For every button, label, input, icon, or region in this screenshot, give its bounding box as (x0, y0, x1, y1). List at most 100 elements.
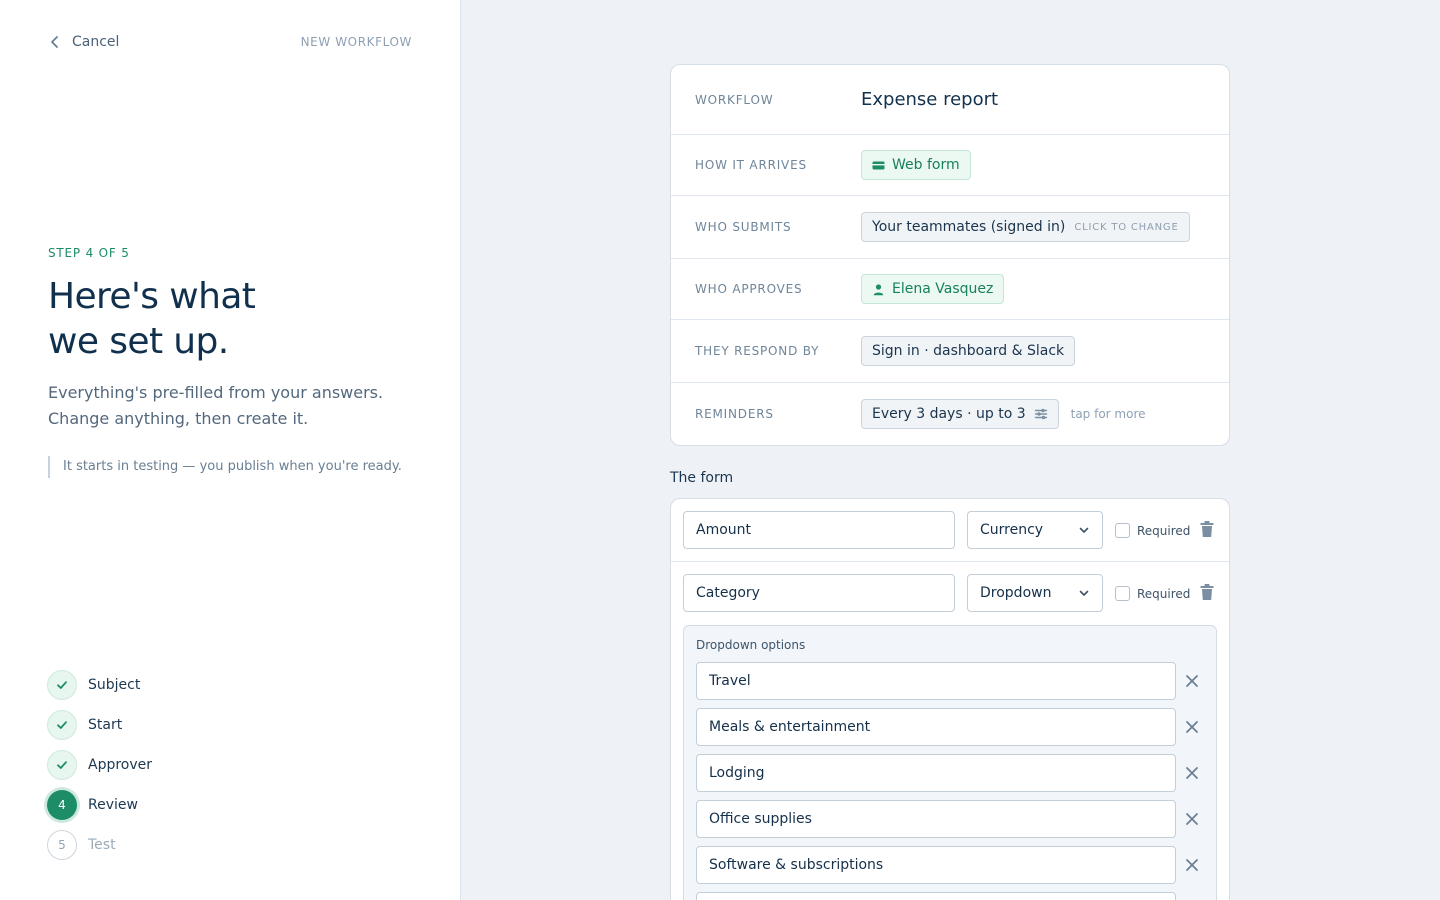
required-label: Required (1137, 523, 1191, 538)
step-label: Test (88, 837, 116, 853)
dropdown-options-panel: Dropdown options Travel Meals & entertai… (683, 625, 1217, 900)
summary-row-reminders: REMINDERS Every 3 days · up to 3 tap for… (671, 383, 1229, 445)
close-icon[interactable] (1184, 857, 1200, 873)
field-type-value: Currency (980, 522, 1044, 538)
option-row: Travel (696, 662, 1198, 700)
person-icon (873, 283, 884, 295)
close-icon[interactable] (1184, 811, 1200, 827)
page-title-line2: we set up. (48, 321, 229, 362)
step-label: Start (88, 717, 123, 733)
form-builder-card: Amount Currency Required Category Dropdo… (670, 498, 1230, 900)
field-name-input[interactable]: Category (683, 574, 955, 612)
option-row: Lodging (696, 754, 1198, 792)
step-item-start[interactable]: Start (47, 710, 152, 740)
required-label: Required (1137, 586, 1191, 601)
page-subtitle-line2: Change anything, then create it. (48, 409, 309, 428)
trash-icon[interactable] (1198, 583, 1216, 601)
dropdown-options-title: Dropdown options (696, 638, 806, 652)
option-row: Meals & entertainment (696, 708, 1198, 746)
option-row: Software & subscriptions (696, 846, 1198, 884)
approver-chip[interactable]: Elena Vasquez (861, 274, 1005, 304)
step-item-review[interactable]: 4 Review (47, 790, 152, 820)
context-label: NEW WORKFLOW (300, 35, 412, 49)
workflow-summary-card: WORKFLOW Expense report HOW IT ARRIVES W… (670, 64, 1230, 446)
field-name-input[interactable]: Amount (683, 511, 955, 549)
approver-value: Elena Vasquez (892, 281, 994, 297)
row-label: HOW IT ARRIVES (695, 158, 807, 172)
close-icon[interactable] (1184, 673, 1200, 689)
close-icon[interactable] (1184, 765, 1200, 781)
form-field-row: Category Dropdown Required (671, 562, 1229, 625)
arrival-method-chip[interactable]: Web form (861, 150, 971, 180)
option-input[interactable]: Office supplies (696, 800, 1176, 838)
step-list: Subject Start Approver 4 Review 5 Test (47, 670, 152, 870)
page-subtitle-line1: Everything's pre-filled from your answer… (48, 383, 384, 402)
change-hint: CLICK TO CHANGE (1074, 221, 1179, 233)
cancel-button[interactable]: Cancel (48, 34, 119, 50)
response-method-chip[interactable]: Sign in · dashboard & Slack (861, 336, 1076, 366)
step-item-test: 5 Test (47, 830, 152, 860)
chevron-left-icon (51, 36, 58, 48)
chevron-down-icon (1079, 527, 1089, 533)
submitters-value: Your teammates (signed in) (872, 219, 1066, 235)
row-label: WHO APPROVES (695, 282, 803, 296)
arrival-method-value: Web form (892, 157, 960, 173)
field-type-select[interactable]: Dropdown (967, 574, 1103, 612)
close-icon[interactable] (1184, 719, 1200, 735)
row-label: WORKFLOW (695, 92, 774, 107)
option-row (696, 892, 1176, 900)
field-type-select[interactable]: Currency (967, 511, 1103, 549)
step-item-subject[interactable]: Subject (47, 670, 152, 700)
check-icon (57, 681, 67, 689)
form-field-row: Amount Currency Required (671, 499, 1229, 562)
page-title: Here's what we set up. (48, 274, 408, 364)
summary-row-approves: WHO APPROVES Elena Vasquez (671, 259, 1229, 320)
step-number-badge: 5 (47, 830, 77, 860)
step-done-badge (47, 670, 77, 700)
summary-row-submits: WHO SUBMITS Your teammates (signed in) C… (671, 196, 1229, 259)
step-item-approver[interactable]: Approver (47, 750, 152, 780)
option-input[interactable]: Meals & entertainment (696, 708, 1176, 746)
option-input[interactable]: Travel (696, 662, 1176, 700)
response-method-value: Sign in · dashboard & Slack (872, 343, 1065, 359)
step-done-badge (47, 710, 77, 740)
step-number-badge: 4 (47, 790, 77, 820)
card-icon (872, 161, 885, 169)
required-toggle[interactable]: Required (1115, 586, 1190, 601)
trash-icon[interactable] (1198, 520, 1216, 538)
step-label: Approver (88, 757, 153, 773)
field-type-value: Dropdown (980, 585, 1052, 601)
summary-row-workflow: WORKFLOW Expense report (671, 65, 1229, 135)
summary-row-respond: THEY RESPOND BY Sign in · dashboard & Sl… (671, 320, 1229, 383)
wizard-sidebar: Cancel NEW WORKFLOW STEP 4 OF 5 Here's w… (0, 0, 461, 900)
chevron-down-icon (1079, 590, 1089, 596)
summary-row-arrives: HOW IT ARRIVES Web form (671, 135, 1229, 196)
reminders-chip[interactable]: Every 3 days · up to 3 (861, 399, 1059, 429)
step-done-badge (47, 750, 77, 780)
option-input[interactable]: Lodging (696, 754, 1176, 792)
step-label: Subject (88, 677, 141, 693)
option-input[interactable]: Software & subscriptions (696, 846, 1176, 884)
sidebar-topbar: Cancel NEW WORKFLOW (48, 32, 412, 52)
row-label: WHO SUBMITS (695, 220, 792, 234)
cancel-label: Cancel (72, 34, 120, 50)
submitters-chip[interactable]: Your teammates (signed in) CLICK TO CHAN… (861, 212, 1190, 242)
step-counter: STEP 4 OF 5 (48, 246, 130, 260)
option-row: Office supplies (696, 800, 1198, 838)
workflow-name[interactable]: Expense report (861, 89, 998, 110)
step-label: Review (88, 797, 138, 813)
row-label: REMINDERS (695, 407, 774, 421)
required-toggle[interactable]: Required (1115, 523, 1190, 538)
page-subtitle: Everything's pre-filled from your answer… (48, 380, 428, 432)
row-label: THEY RESPOND BY (695, 344, 820, 358)
sliders-icon (1034, 408, 1047, 420)
reminders-value: Every 3 days · up to 3 (872, 406, 1026, 422)
check-icon (57, 721, 67, 729)
reminders-hint: tap for more (1070, 407, 1146, 421)
required-checkbox[interactable] (1115, 523, 1130, 538)
form-section-title: The form (670, 470, 734, 486)
required-checkbox[interactable] (1115, 586, 1130, 601)
page-title-line1: Here's what (48, 276, 256, 317)
option-input[interactable] (696, 892, 1176, 900)
check-icon (57, 761, 67, 769)
